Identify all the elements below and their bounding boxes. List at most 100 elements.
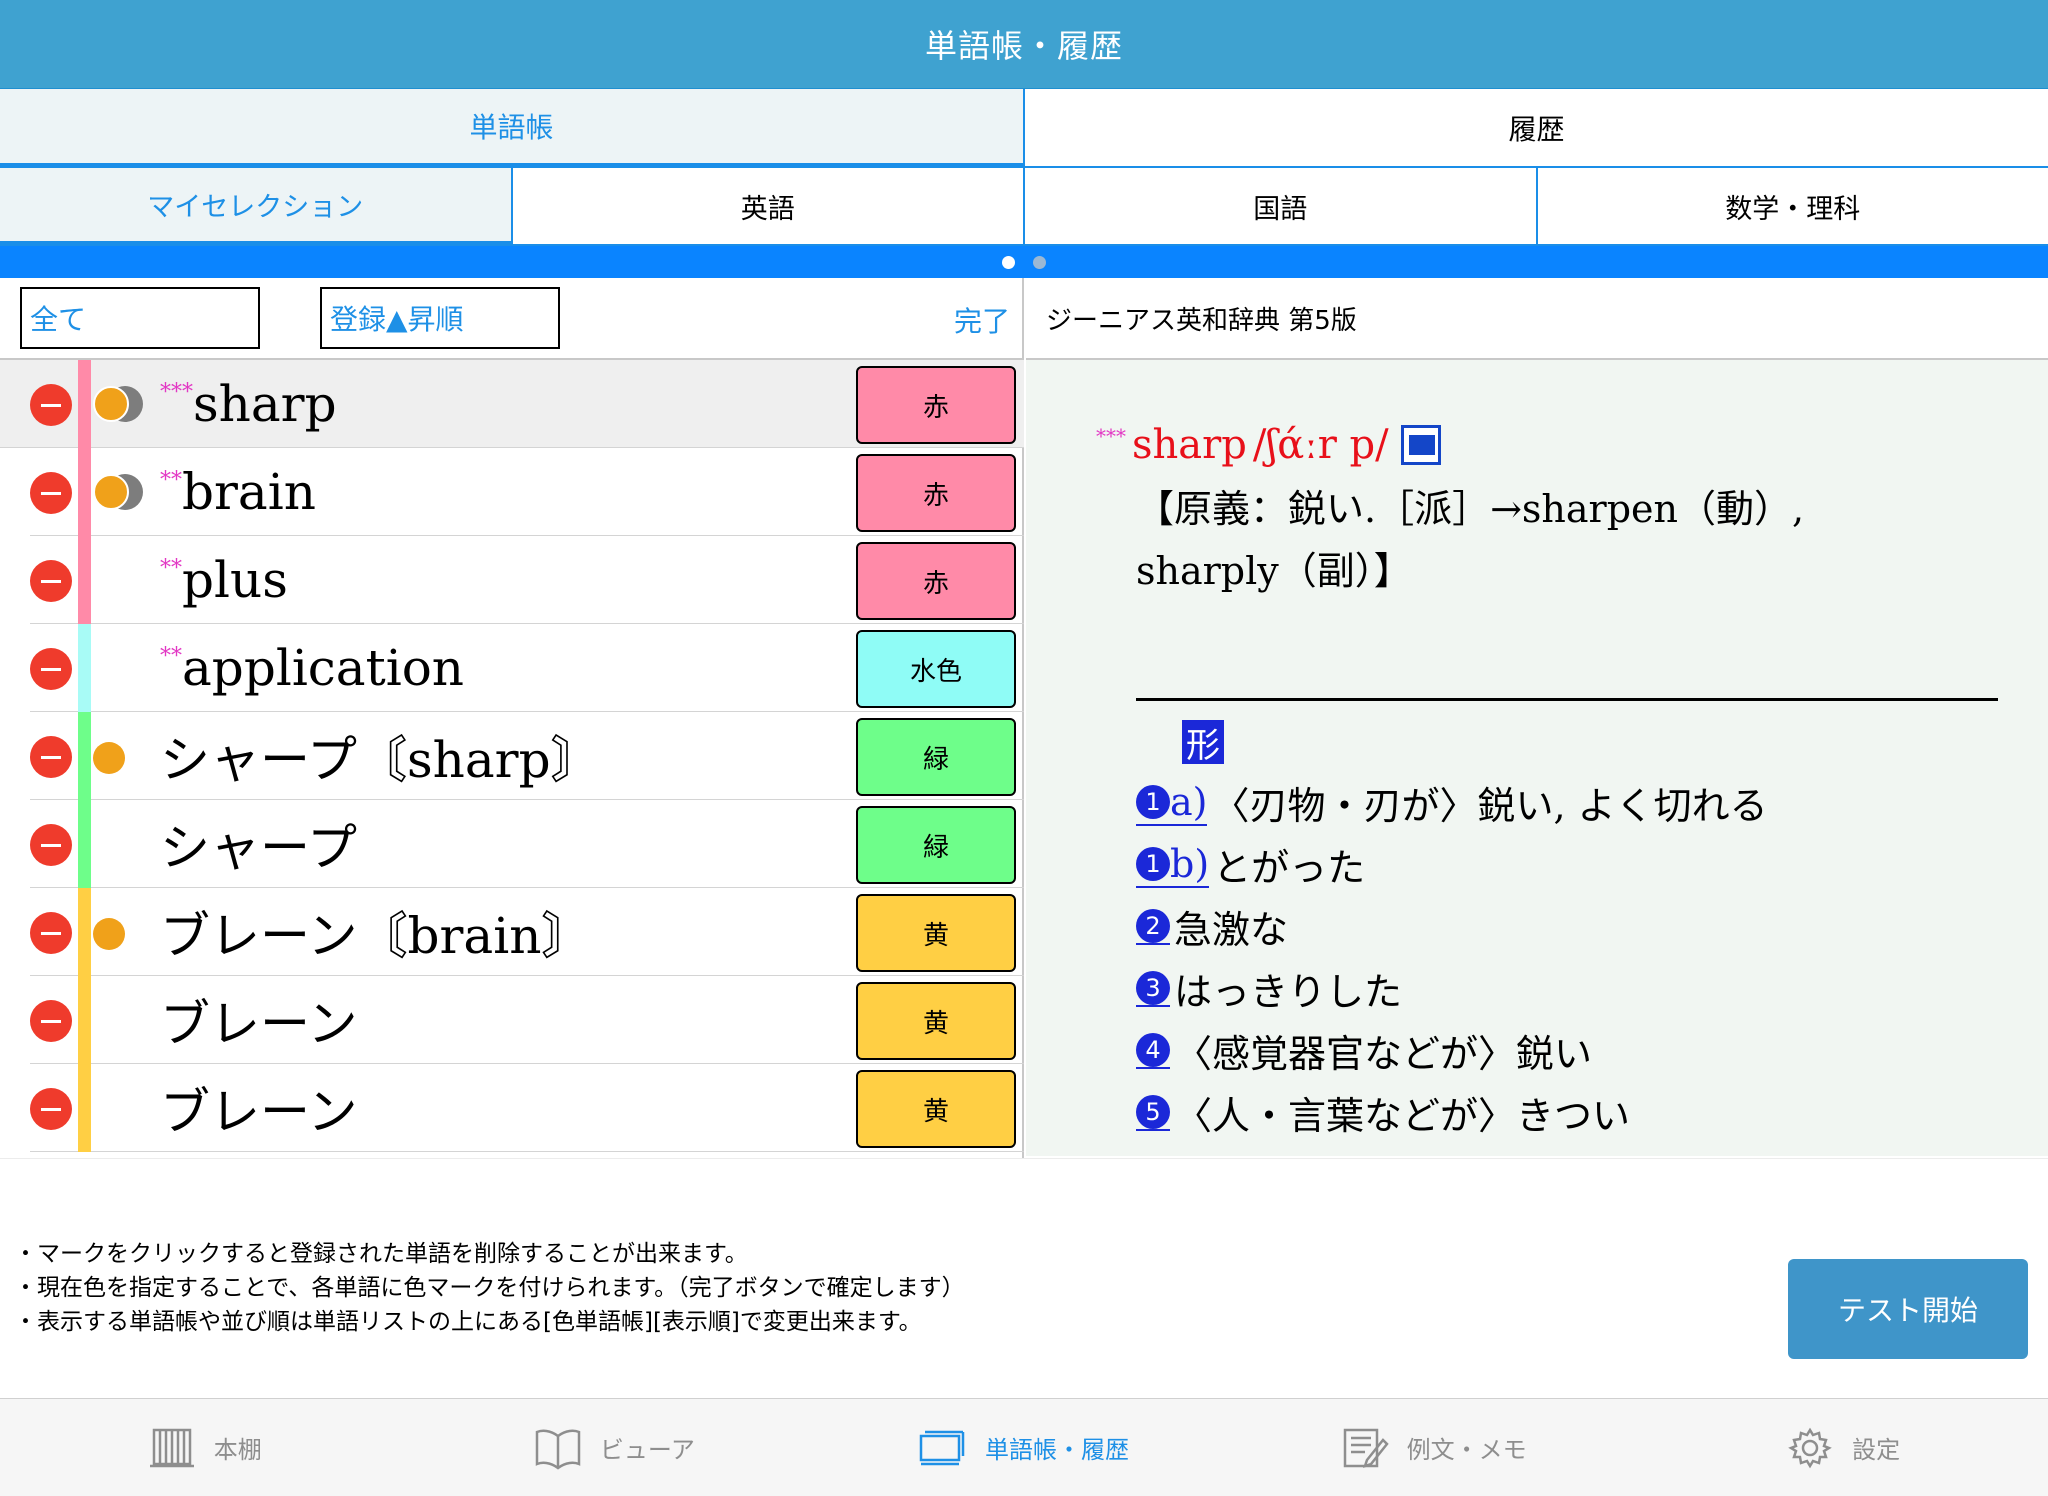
tab-wordbook[interactable]: 単語帳: [0, 89, 1025, 168]
delete-icon[interactable]: [30, 472, 72, 514]
help-notes: ・マークをクリックすると登録された単語を削除することが出来ます。 ・現在色を指定…: [0, 1158, 2048, 1398]
word-row[interactable]: *** sharp 赤: [0, 360, 1024, 448]
order-select[interactable]: 登録▲昇順: [320, 287, 560, 349]
word-text: ** application: [160, 628, 464, 708]
page-indicator[interactable]: [0, 246, 2048, 278]
word-text: ** plus: [160, 540, 288, 620]
word-label: application: [182, 639, 465, 697]
tab-japanese[interactable]: 国語: [1025, 168, 1538, 246]
tab-my-selection[interactable]: マイセレクション: [0, 168, 513, 246]
tab-english[interactable]: 英語: [512, 168, 1025, 246]
memory-mark-icon[interactable]: [93, 914, 153, 954]
part-of-speech-badge: 形: [1182, 720, 1224, 766]
filter-select[interactable]: 全て: [20, 287, 260, 349]
memory-mark-icon[interactable]: [93, 738, 153, 778]
delete-icon[interactable]: [30, 912, 72, 954]
tab-history[interactable]: 履歴: [1025, 89, 2048, 168]
delete-icon[interactable]: [30, 384, 72, 426]
sense-number: 1: [1136, 784, 1170, 819]
word-row[interactable]: シャープ〘sharp〙 緑: [30, 712, 1024, 800]
cards-icon: [919, 1430, 965, 1465]
color-marker-bar: [78, 888, 91, 976]
color-marker-bar: [78, 712, 91, 800]
sense-text: 急激な: [1174, 908, 1289, 952]
entry-origin: 【原義：鋭い.［派］→sharpen（動）, sharply（副）】: [1136, 478, 1996, 602]
color-select-button[interactable]: 水色: [856, 630, 1016, 708]
delete-icon[interactable]: [30, 736, 72, 778]
dictionary-panel: ジーニアス英和辞典 第5版 *** sharp /ʃάːr p/ 【原義：鋭い.…: [1026, 278, 2048, 1158]
tabbar-item-examples-memo[interactable]: 例文・メモ: [1229, 1399, 1639, 1496]
sense-link[interactable]: 5: [1136, 1094, 1170, 1131]
sense-text: 〈人・言葉などが〉きつい: [1174, 1094, 1631, 1138]
word-label: シャープ: [160, 819, 357, 877]
importance-star-icon: **: [160, 468, 182, 493]
color-select-button[interactable]: 黄: [856, 894, 1016, 972]
color-marker-bar: [78, 976, 91, 1064]
word-text: ** brain: [160, 452, 316, 532]
word-label: plus: [182, 551, 288, 609]
sense-link[interactable]: 4: [1136, 1032, 1170, 1069]
done-button[interactable]: 完了: [954, 300, 1010, 340]
color-select-button[interactable]: 赤: [856, 366, 1016, 444]
word-row[interactable]: ブレーン〘brain〙 黄: [30, 888, 1024, 976]
color-select-button[interactable]: 赤: [856, 454, 1016, 532]
delete-icon[interactable]: [30, 560, 72, 602]
sense-sub-label: a): [1170, 779, 1208, 824]
word-row[interactable]: ブレーン 黄: [30, 1064, 1024, 1152]
word-row[interactable]: ブレーン 黄: [30, 976, 1024, 1064]
sense-number: 5: [1136, 1094, 1170, 1129]
importance-star-icon: **: [160, 556, 182, 581]
dictionary-name: ジーニアス英和辞典 第5版: [1026, 278, 2048, 360]
tabbar-item-wordbook[interactable]: 単語帳・履歴: [819, 1399, 1229, 1496]
color-select-button[interactable]: 緑: [856, 718, 1016, 796]
color-marker-bar: [78, 536, 91, 624]
color-select-button[interactable]: 黄: [856, 982, 1016, 1060]
mark-dot: [93, 918, 125, 950]
word-list-toolbar: 全て 登録▲昇順 完了: [0, 278, 1022, 360]
sense-link[interactable]: 2: [1136, 908, 1170, 945]
sense-number: 1: [1136, 846, 1170, 881]
tabbar-item-bookshelf[interactable]: 本棚: [0, 1399, 410, 1496]
word-row[interactable]: ** brain 赤: [30, 448, 1024, 536]
mark-dot-front: [93, 386, 129, 422]
memory-mark-icon[interactable]: [93, 474, 153, 514]
origin-line: 【原義：鋭い.［派］→sharpen（動）,: [1136, 487, 1805, 531]
word-label: brain: [182, 463, 316, 521]
sense-item: 1 a) 〈刃物・刃が〉鋭い, よく切れる: [1136, 775, 1768, 830]
word-row[interactable]: シャープ 緑: [30, 800, 1024, 888]
page-dot-active: [1002, 255, 1015, 269]
memo-icon: [1343, 1428, 1389, 1468]
bottom-tab-bar: 本棚 ビューア 単語帳・履歴 例文・メモ 設定: [0, 1398, 2048, 1496]
word-row[interactable]: ** plus 赤: [30, 536, 1024, 624]
delete-icon[interactable]: [30, 1000, 72, 1042]
sense-item: 5 〈人・言葉などが〉きつい: [1136, 1085, 1630, 1140]
tabbar-item-settings[interactable]: 設定: [1638, 1399, 2048, 1496]
word-label: ブレーン: [160, 1083, 358, 1141]
help-note: ・現在色を指定することで、各単語に色マークを付けられます。（完了ボタンで確定しま…: [14, 1275, 965, 1301]
tabbar-item-viewer[interactable]: ビューア: [410, 1399, 820, 1496]
speaker-icon[interactable]: [1400, 425, 1441, 465]
importance-star-icon: **: [160, 644, 182, 669]
color-select-button[interactable]: 赤: [856, 542, 1016, 620]
color-marker-bar: [78, 624, 91, 712]
tab-math-science[interactable]: 数学・理科: [1537, 168, 2048, 246]
sense-link[interactable]: 1 b): [1136, 842, 1210, 888]
sense-text: はっきりした: [1174, 970, 1403, 1014]
importance-star-icon: ***: [160, 380, 193, 405]
sense-link[interactable]: 1 a): [1136, 779, 1208, 826]
delete-icon[interactable]: [30, 824, 72, 866]
color-select-button[interactable]: 黄: [856, 1070, 1016, 1148]
sense-item: 2 急激な: [1136, 899, 1288, 954]
dictionary-entry: *** sharp /ʃάːr p/ 【原義：鋭い.［派］→sharpen（動）…: [1026, 360, 2048, 1156]
delete-icon[interactable]: [30, 648, 72, 690]
word-text: ブレーン〘brain〙: [160, 892, 591, 972]
headword-text: sharp: [1132, 422, 1247, 468]
memory-mark-icon[interactable]: [93, 386, 153, 426]
start-test-button[interactable]: テスト開始: [1788, 1259, 2028, 1359]
word-row[interactable]: ** application 水色: [30, 624, 1024, 712]
delete-icon[interactable]: [30, 1088, 72, 1130]
color-select-button[interactable]: 緑: [856, 806, 1016, 884]
sense-link[interactable]: 3: [1136, 970, 1170, 1007]
sense-number: 2: [1136, 908, 1170, 943]
tabbar-label: ビューア: [599, 1436, 695, 1464]
